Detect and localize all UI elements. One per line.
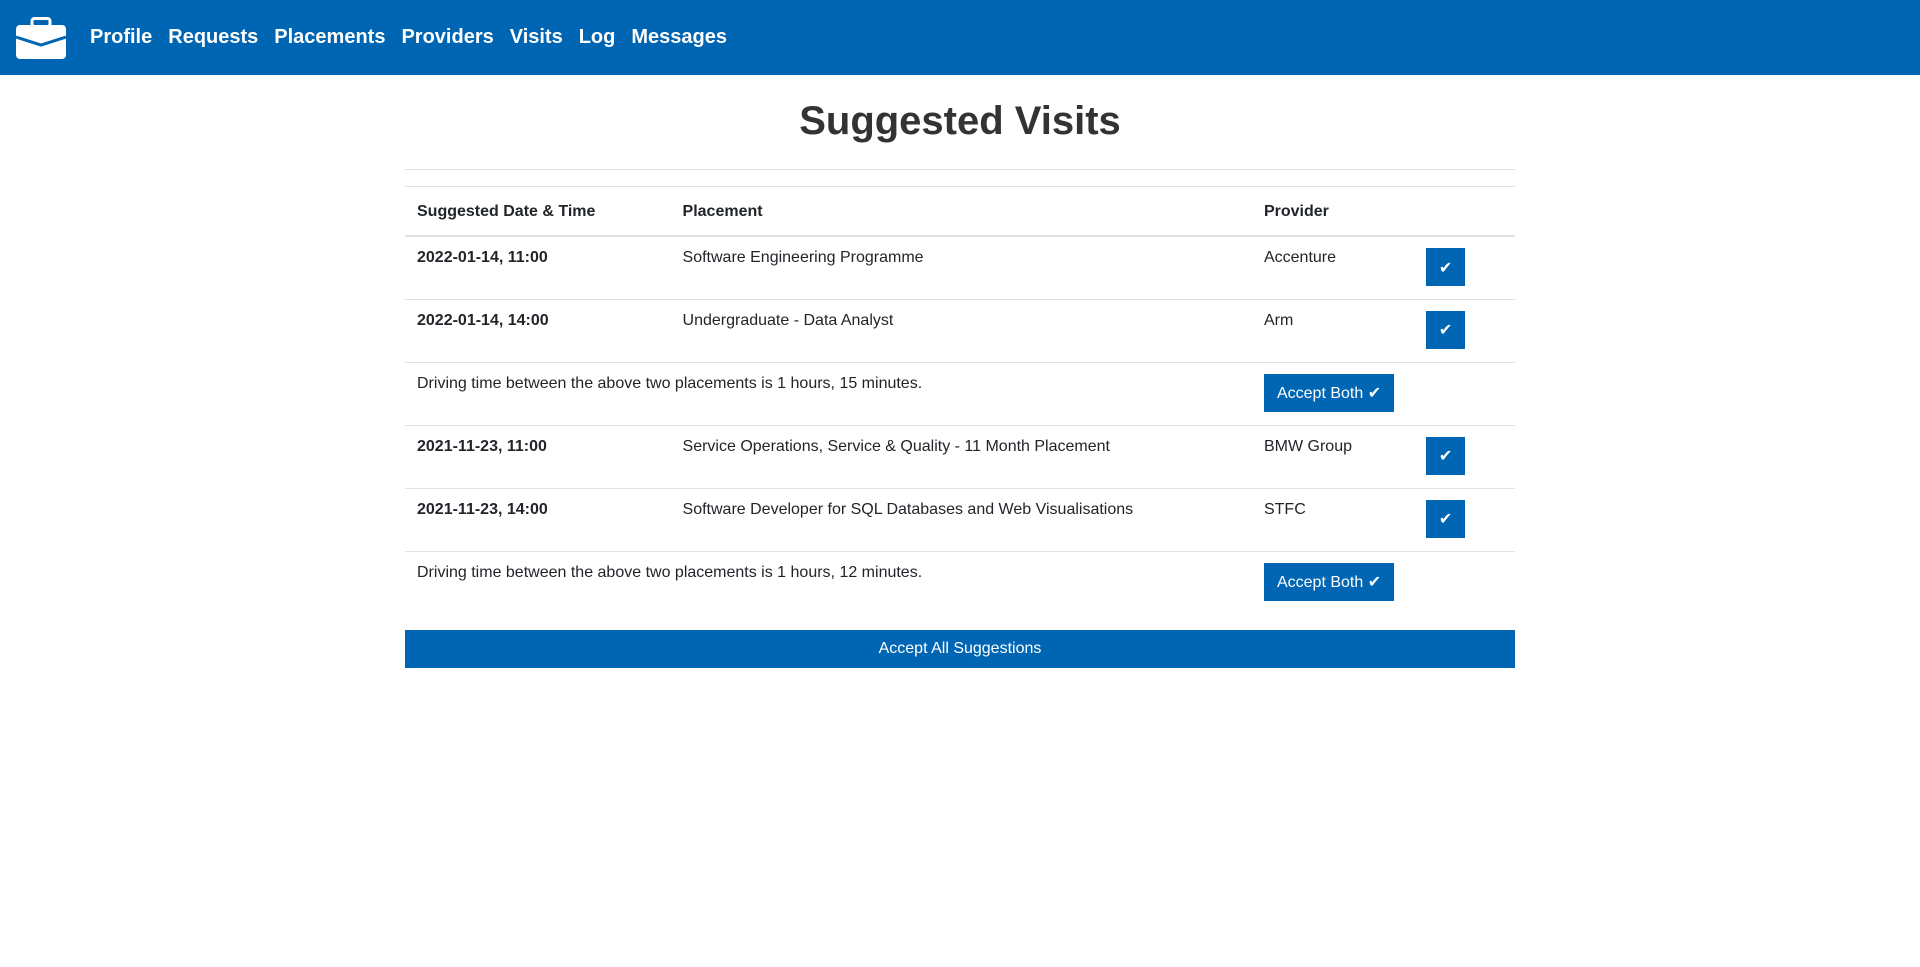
visit-placement: Software Engineering Programme xyxy=(670,235,1252,299)
table-header-row: Suggested Date & Time Placement Provider xyxy=(405,186,1515,237)
divider xyxy=(405,169,1515,170)
top-navbar: Profile Requests Placements Providers Vi… xyxy=(0,0,1920,75)
accept-visit-button[interactable]: ✔ xyxy=(1426,499,1466,538)
briefcase-icon[interactable] xyxy=(16,16,66,59)
visit-action-cell: ✔ xyxy=(1414,235,1515,299)
table-row: 2021-11-23, 11:00 Service Operations, Se… xyxy=(405,424,1515,488)
visit-datetime: 2022-01-14, 14:00 xyxy=(405,298,671,362)
visit-placement: Software Developer for SQL Databases and… xyxy=(670,487,1252,551)
visit-placement: Service Operations, Service & Quality - … xyxy=(670,424,1252,488)
header-provider: Provider xyxy=(1251,186,1415,237)
driving-time-row: Driving time between the above two place… xyxy=(405,361,1515,425)
visit-action-cell: ✔ xyxy=(1414,424,1515,488)
nav-link-profile[interactable]: Profile xyxy=(90,26,152,49)
visit-provider: Accenture xyxy=(1251,235,1415,299)
accept-both-cell: Accept Both ✔ xyxy=(1251,550,1515,614)
accept-all-suggestions-button[interactable]: Accept All Suggestions xyxy=(405,630,1515,668)
accept-both-button[interactable]: Accept Both ✔ xyxy=(1263,373,1395,412)
table-row: 2022-01-14, 11:00 Software Engineering P… xyxy=(405,235,1515,299)
nav-link-visits[interactable]: Visits xyxy=(510,26,563,49)
visit-placement: Undergraduate - Data Analyst xyxy=(670,298,1252,362)
header-date: Suggested Date & Time xyxy=(405,186,671,237)
accept-both-button[interactable]: Accept Both ✔ xyxy=(1263,562,1395,601)
main-content: Suggested Visits Suggested Date & Time P… xyxy=(405,97,1515,668)
driving-time-note: Driving time between the above two place… xyxy=(405,361,1252,425)
driving-time-note: Driving time between the above two place… xyxy=(405,550,1252,614)
visit-datetime: 2021-11-23, 11:00 xyxy=(405,424,671,488)
header-placement: Placement xyxy=(670,186,1252,237)
page-title: Suggested Visits xyxy=(799,99,1121,143)
nav-link-requests[interactable]: Requests xyxy=(168,26,258,49)
driving-time-row: Driving time between the above two place… xyxy=(405,550,1515,614)
visit-provider: Arm xyxy=(1251,298,1415,362)
visit-action-cell: ✔ xyxy=(1414,298,1515,362)
accept-visit-button[interactable]: ✔ xyxy=(1426,248,1466,286)
visit-provider: STFC xyxy=(1251,487,1415,551)
visit-datetime: 2022-01-14, 11:00 xyxy=(405,235,671,299)
visit-datetime: 2021-11-23, 14:00 xyxy=(405,487,671,551)
nav-link-log[interactable]: Log xyxy=(579,26,616,49)
accept-visit-button[interactable]: ✔ xyxy=(1426,436,1466,475)
visit-provider: BMW Group xyxy=(1251,424,1415,488)
visit-action-cell: ✔ xyxy=(1414,487,1515,551)
nav-links: Profile Requests Placements Providers Vi… xyxy=(90,26,743,49)
header-action xyxy=(1414,186,1515,237)
suggested-visits-table: Suggested Date & Time Placement Provider… xyxy=(405,186,1515,614)
table-row: 2022-01-14, 14:00 Undergraduate - Data A… xyxy=(405,298,1515,362)
table-row: 2021-11-23, 14:00 Software Developer for… xyxy=(405,487,1515,551)
accept-both-cell: Accept Both ✔ xyxy=(1251,361,1515,425)
accept-visit-button[interactable]: ✔ xyxy=(1426,310,1466,349)
nav-link-providers[interactable]: Providers xyxy=(401,26,493,49)
nav-link-messages[interactable]: Messages xyxy=(631,26,727,49)
nav-link-placements[interactable]: Placements xyxy=(274,26,385,49)
